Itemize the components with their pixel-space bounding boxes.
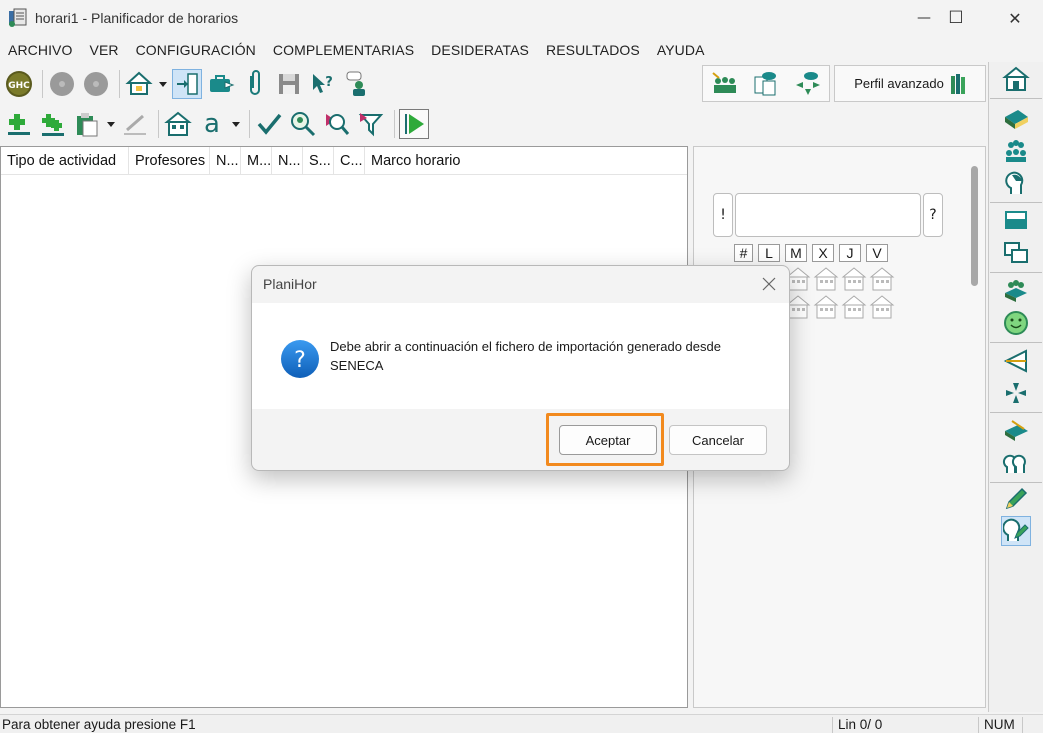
dialog-close-button[interactable]: [759, 274, 779, 294]
svg-text:?: ?: [294, 348, 306, 373]
dialog-title: PlaniHor: [263, 276, 317, 292]
modal-overlay: PlaniHor ? Debe abrir a continuación el …: [0, 0, 1043, 732]
cancel-button[interactable]: Cancelar: [669, 425, 767, 455]
confirm-dialog: PlaniHor ? Debe abrir a continuación el …: [251, 265, 790, 471]
question-icon: ?: [281, 340, 319, 378]
app-window: horari1 - Planificador de horarios — ☐ ✕…: [0, 0, 1043, 733]
cancel-label: Cancelar: [691, 432, 745, 448]
close-icon: [762, 277, 776, 291]
dialog-message: Debe abrir a continuación el fichero de …: [330, 339, 721, 373]
dialog-body: ? Debe abrir a continuación el fichero d…: [252, 303, 789, 409]
accept-highlight-box: [546, 413, 664, 466]
